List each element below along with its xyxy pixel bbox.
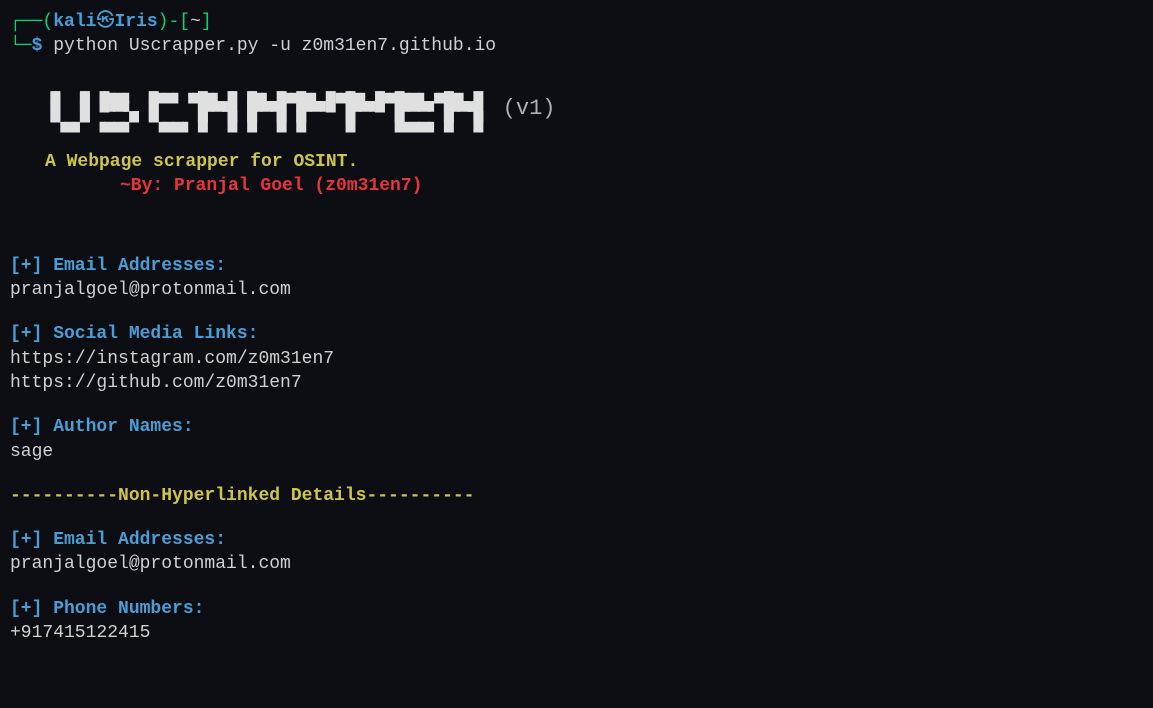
section-header-authors: [+] Author Names: bbox=[10, 415, 1143, 439]
authors-section: [+] Author Names: sage bbox=[10, 415, 1143, 464]
section-header-social: [+] Social Media Links: bbox=[10, 322, 1143, 346]
social-section: [+] Social Media Links: https://instagra… bbox=[10, 322, 1143, 395]
phone-section: [+] Phone Numbers: +917415122415 bbox=[10, 597, 1143, 646]
section-header-emails2: [+] Email Addresses: bbox=[10, 528, 1143, 552]
social-link-2: https://github.com/z0m31en7 bbox=[10, 371, 1143, 395]
app-banner: ▗▖ ▗▖▗▄▄▖ ▗▄▄▖▗▄▄▖ ▗▄▖ ▗▄▄▖ ▗▄▄▖ ▗▄▄▄▖▗▄… bbox=[45, 89, 1143, 199]
email-value: pranjalgoel@protonmail.com bbox=[10, 278, 1143, 302]
phone-value: +917415122415 bbox=[10, 621, 1143, 645]
version-label: (v1) bbox=[503, 94, 556, 124]
email2-value: pranjalgoel@protonmail.com bbox=[10, 552, 1143, 576]
tagline: A Webpage scrapper for OSINT. bbox=[45, 150, 1143, 174]
ascii-logo: ▗▖ ▗▖▗▄▄▖ ▗▄▄▖▗▄▄▖ ▗▄▖ ▗▄▄▖ ▗▄▄▖ ▗▄▄▄▖▗▄… bbox=[45, 89, 488, 129]
social-link-1: https://instagram.com/z0m31en7 bbox=[10, 347, 1143, 371]
results-output: [+] Email Addresses: pranjalgoel@protonm… bbox=[10, 254, 1143, 646]
section-header-phone: [+] Phone Numbers: bbox=[10, 597, 1143, 621]
emails2-section: [+] Email Addresses: pranjalgoel@protonm… bbox=[10, 528, 1143, 577]
divider-line: ----------Non-Hyperlinked Details-------… bbox=[10, 484, 1143, 508]
prompt-line-1: ┌──(kali㉿Iris)-[~] bbox=[10, 10, 1143, 34]
prompt-host: Iris bbox=[114, 12, 157, 32]
prompt-user: kali bbox=[53, 12, 96, 32]
prompt-cwd: ~ bbox=[190, 12, 201, 32]
section-header-emails: [+] Email Addresses: bbox=[10, 254, 1143, 278]
prompt-symbol: $ bbox=[32, 36, 43, 56]
author-value: sage bbox=[10, 440, 1143, 464]
prompt-line-2[interactable]: └─$ python Uscrapper.py -u z0m31en7.gith… bbox=[10, 34, 1143, 58]
command-input: python Uscrapper.py -u z0m31en7.github.i… bbox=[53, 36, 496, 56]
emails-section: [+] Email Addresses: pranjalgoel@protonm… bbox=[10, 254, 1143, 303]
byline: ~By: Pranjal Goel (z0m31en7) bbox=[120, 174, 1143, 198]
